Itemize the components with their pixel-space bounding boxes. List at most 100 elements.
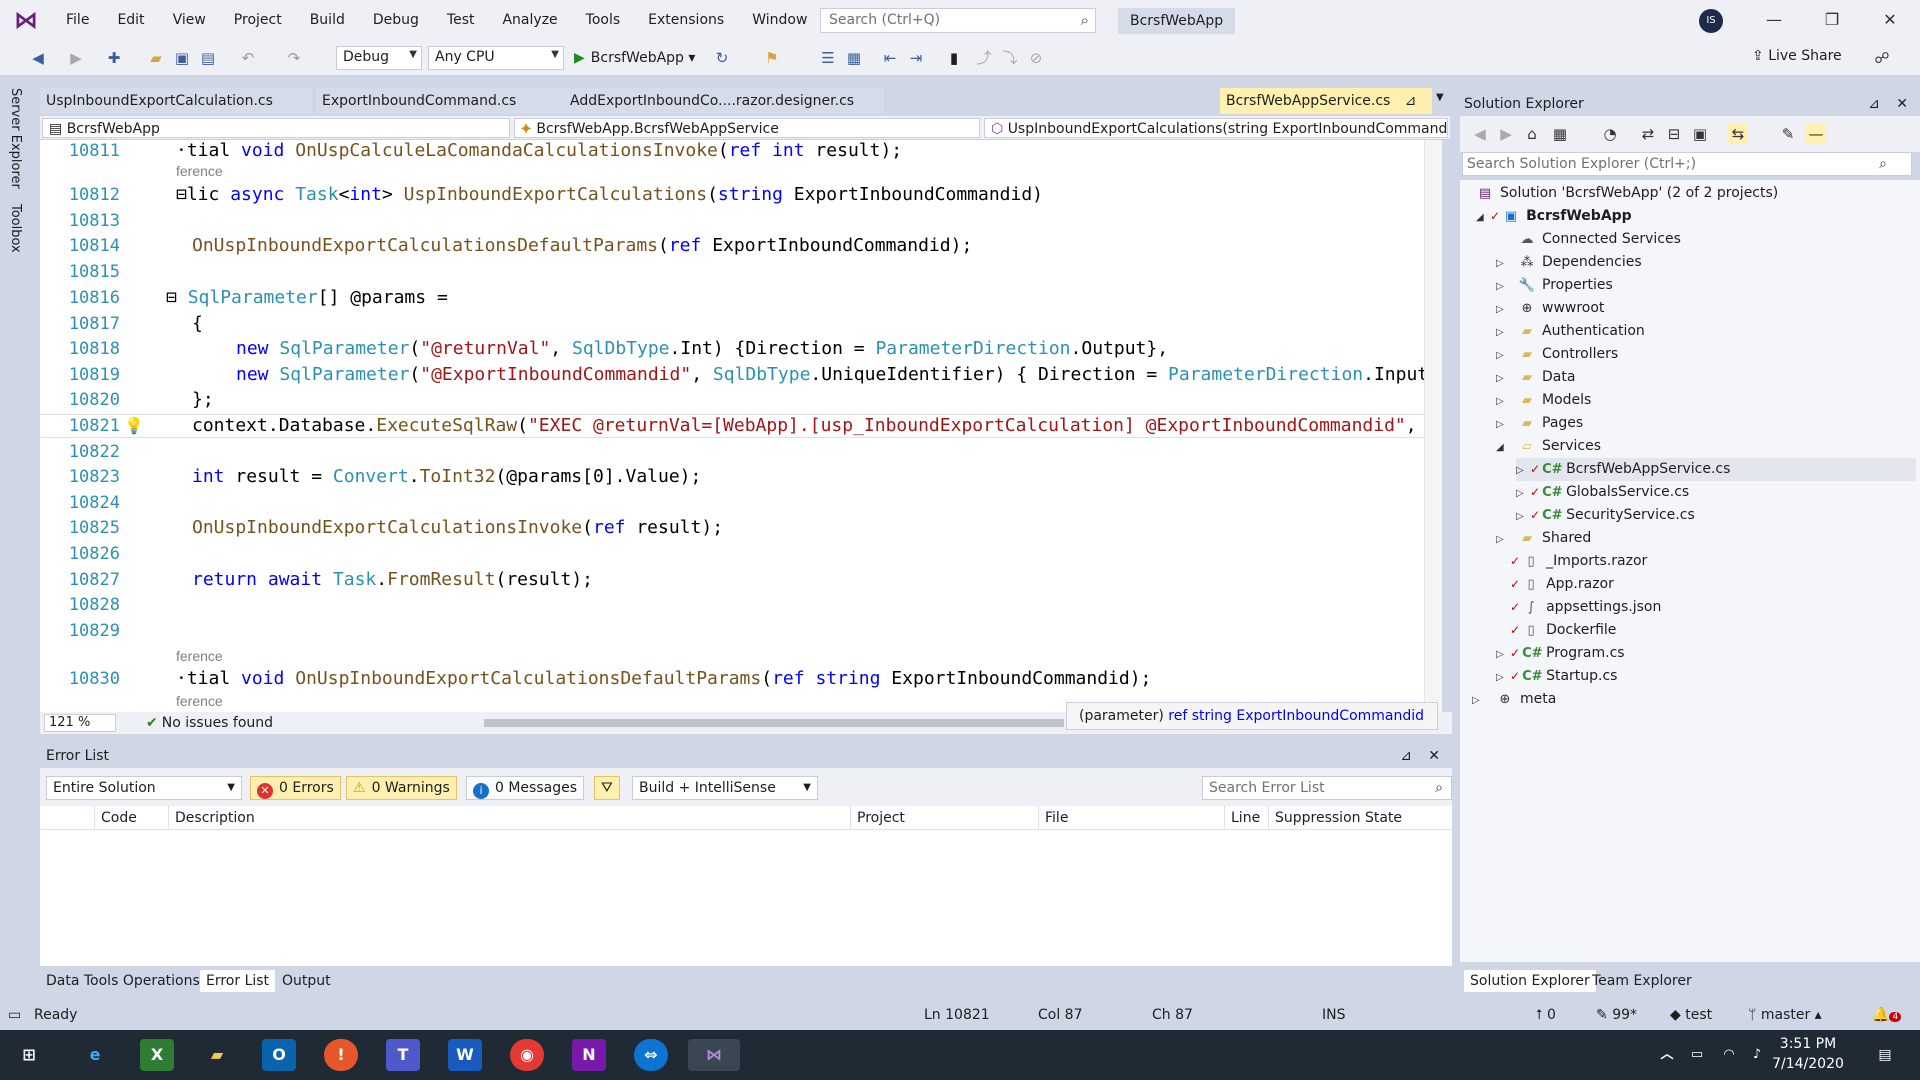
configuration-select[interactable]: Debug ▼ [336,46,422,70]
tree-solution[interactable]: ▤ Solution 'BcrsfWebApp' (2 of 2 projects… [1476,182,1778,205]
menu-extensions[interactable]: Extensions [634,0,738,40]
menu-tools[interactable]: Tools [572,0,635,40]
indent-icon[interactable]: ☰ [818,48,838,68]
member-nav-select[interactable]: ⬡ UspInboundExportCalculations(string Ex… [984,118,1448,138]
repository-button[interactable]: ◆ test [1670,1000,1712,1030]
column-code[interactable]: Code [94,806,154,830]
minimize-icon[interactable]: — [1746,0,1802,40]
tree-item[interactable]: ▷ ⁂ Dependencies [1496,251,1642,274]
tree-file[interactable]: ✓ ▯ Dockerfile [1510,619,1616,642]
zoom-select[interactable]: 121 % [44,714,116,732]
tree-item[interactable]: ▷ ▰ Controllers [1496,343,1618,366]
outlook-icon[interactable]: O [262,1039,296,1071]
tree-file[interactable]: ▷ ✓ C# GlobalsService.cs [1516,481,1689,504]
editor-vertical-scrollbar[interactable] [1424,140,1442,712]
pin-icon[interactable]: ⊿ [1400,744,1412,768]
tab-bcrsf-webapp-service[interactable]: BcrsfWebAppService.cs ⊿ ✕ [1220,88,1432,114]
pin-icon[interactable]: ⊿ [1405,93,1417,109]
browser-link-icon[interactable]: ⚑ [762,48,782,68]
action-center-icon[interactable]: ▤ [1868,1039,1902,1071]
teams-icon[interactable]: T [386,1039,420,1071]
tree-file[interactable]: ✓ ∫ appsettings.json [1510,596,1661,619]
bookmark-icon[interactable]: ▮ [944,48,964,68]
tab-error-list[interactable]: Error List [200,970,276,992]
edge-icon[interactable]: e [78,1039,112,1071]
back-icon[interactable]: ◀ [28,48,48,68]
minus-icon[interactable]: — [1806,124,1826,144]
class-nav-select[interactable]: ⯌ BcrsfWebApp.BcrsfWebAppService [514,118,980,138]
tab-export-inbound-command[interactable]: ExportInboundCommand.cs [316,88,588,114]
tree-file[interactable]: ✓ ▯ _Imports.razor [1510,550,1647,573]
menu-test[interactable]: Test [433,0,489,40]
open-folder-icon[interactable]: ▰ [146,48,166,68]
sync-icon[interactable]: ⇄ [1638,124,1658,144]
solution-explorer-search-input[interactable]: Search Solution Explorer (Ctrl+;) ⌕ [1462,152,1912,176]
tree-file[interactable]: ✓ ▯ App.razor [1510,573,1614,596]
word-icon[interactable]: W [448,1039,482,1071]
menu-edit[interactable]: Edit [103,0,158,40]
forward-icon[interactable]: ▶ [66,48,86,68]
tab-add-export-inbound-designer[interactable]: AddExportInboundCo....razor.designer.cs [564,88,884,114]
lightbulb-icon[interactable]: 💡 [124,415,144,437]
toolbox-tab[interactable]: Toolbox [8,204,23,253]
issues-indicator[interactable]: ✔ No issues found [146,712,273,734]
branch-button[interactable]: ᛘ master ▴ [1748,1000,1822,1030]
teamviewer-icon[interactable]: ⇔ [634,1039,668,1071]
new-project-icon[interactable]: ✚ [104,48,124,68]
status-insert-mode[interactable]: INS [1322,1000,1346,1030]
prev-bookmark-icon[interactable]: ⤴ [974,48,994,68]
code-editor[interactable]: 10811 ·tial void OnUspCalculeLaComandaCal… [40,140,1432,712]
onenote-icon[interactable]: N [572,1039,606,1071]
back-icon[interactable]: ◀ [1470,124,1490,144]
tree-file[interactable]: ▷ ✓ C# Program.cs [1496,642,1625,665]
preview-icon[interactable]: ⇆ [1728,124,1748,144]
file-explorer-icon[interactable]: ▰ [200,1039,234,1071]
references-codelens[interactable]: ference [176,693,223,709]
tree-file-selected[interactable]: ▷ ✓ C# BcrsfWebAppService.cs [1516,458,1916,481]
pending-edits-button[interactable]: ✎ 99* [1596,1000,1637,1030]
avatar[interactable]: IS [1699,9,1723,33]
tab-overflow-icon[interactable]: ▼ [1436,92,1444,103]
column-project[interactable]: Project [850,806,1030,830]
tree-item[interactable]: ▷ ▰ Data [1496,366,1575,389]
tree-project[interactable]: ◢ ✓ ▣ BcrsfWebApp [1476,205,1632,228]
messages-filter-button[interactable]: i 0 Messages [466,776,585,800]
tree-file[interactable]: ▷ ✓ C# Startup.cs [1496,665,1617,688]
references-codelens[interactable]: ference [176,163,223,179]
clear-bookmarks-icon[interactable]: ⊘ [1026,48,1046,68]
horizontal-scroll-thumb[interactable] [484,719,1064,727]
column-suppression-state[interactable]: Suppression State [1268,806,1418,830]
menu-debug[interactable]: Debug [359,0,433,40]
tree-project-meta[interactable]: ▷ ⊕ meta [1472,688,1556,711]
notifications-button[interactable]: 🔔 4 [1872,1000,1902,1032]
menu-file[interactable]: File [52,0,103,40]
tab-solution-explorer[interactable]: Solution Explorer [1464,970,1596,992]
tree-item[interactable]: ▷ ▰ Models [1496,389,1591,412]
search-input[interactable]: Search (Ctrl+Q) ⌕ [820,8,1096,33]
platform-select[interactable]: Any CPU ▼ [428,46,564,70]
tree-item[interactable]: ▷ ▰ Authentication [1496,320,1645,343]
battery-icon[interactable]: ▭ [1680,1039,1714,1071]
tree-item[interactable]: ▷ ⊕ wwwroot [1496,297,1604,320]
menu-view[interactable]: View [159,0,220,40]
tree-item[interactable]: ▷ ▰ Shared [1496,527,1591,550]
tree-item[interactable]: ◢ ▱ Services [1496,435,1601,458]
menu-analyze[interactable]: Analyze [488,0,571,40]
references-codelens[interactable]: ference [176,648,223,664]
properties-icon[interactable]: ✎ [1778,124,1798,144]
column-line[interactable]: Line [1224,806,1266,830]
excel-icon[interactable]: X [140,1039,174,1071]
scope-select[interactable]: Entire Solution ▼ [46,776,242,800]
redo-icon[interactable]: ↷ [284,48,304,68]
tab-data-tools-operations[interactable]: Data Tools Operations [40,970,206,992]
feedback-icon[interactable]: ☍ [1872,48,1892,68]
home-icon[interactable]: ⌂ [1522,124,1542,144]
tree-file[interactable]: ▷ ✓ C# SecurityService.cs [1516,504,1695,527]
project-nav-select[interactable]: ▤ BcrsfWebApp [42,118,510,138]
menu-build[interactable]: Build [296,0,359,40]
wrap-icon[interactable]: ⇥ [906,48,926,68]
publish-button[interactable]: ⭡ 0 [1536,1000,1556,1030]
error-list-search-input[interactable]: Search Error List ⌕ [1202,776,1452,800]
column-description[interactable]: Description [168,806,692,830]
menu-window[interactable]: Window [738,0,821,40]
